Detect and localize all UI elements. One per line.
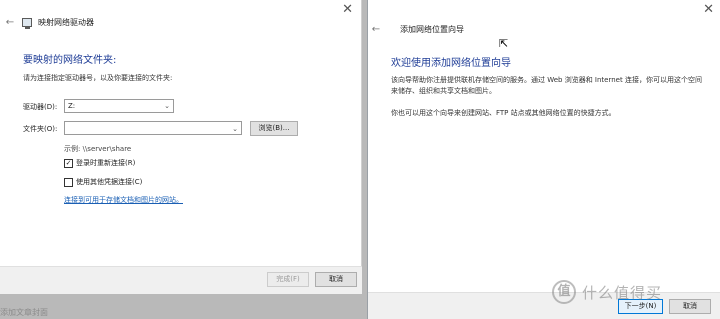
reconnect-label: 登录时重新连接(R) [76, 159, 136, 167]
drive-select-value: Z: [68, 102, 76, 110]
window-title: 添加网络位置向导 [400, 24, 464, 34]
mouse-cursor-icon: ⇱ [499, 37, 509, 50]
page-heading: 要映射的网络文件夹: [23, 55, 117, 66]
folder-input[interactable]: ⌄ [64, 121, 242, 135]
drive-label: 驱动器(D): [23, 103, 58, 111]
map-network-drive-window: ✕ ← 映射网络驱动器 要映射的网络文件夹: 请为连接指定驱动器号，以及你要连接… [0, 0, 362, 294]
watermark-logo-icon: 值 [552, 280, 576, 304]
dialog-footer [368, 292, 720, 319]
back-arrow-icon[interactable]: ← [368, 24, 384, 35]
chevron-down-icon: ⌄ [164, 102, 170, 110]
background-text: 添加文章封面 [0, 308, 48, 317]
title-bar [368, 0, 720, 7]
intro-paragraph: 该向导帮助你注册提供联机存储空间的服务。通过 Web 浏览器和 Internet… [391, 76, 702, 95]
example-text: 示例: \\server\share [64, 145, 132, 153]
chevron-down-icon[interactable]: ⌄ [232, 123, 238, 135]
storage-website-link[interactable]: 连接到可用于存储文档和图片的网站。 [64, 195, 183, 205]
close-icon[interactable]: ✕ [703, 2, 714, 17]
cancel-button[interactable]: 取消 [315, 272, 357, 287]
shortcut-paragraph: 你也可以用这个向导来创建网站、FTP 站点或其他网络位置的快捷方式。 [391, 109, 616, 117]
reconnect-option[interactable]: ✓ 登录时重新连接(R) [64, 158, 135, 168]
window-header: ← 添加网络位置向导 [368, 22, 464, 36]
watermark: 值 什么值得买 [552, 280, 662, 304]
network-drive-icon [22, 17, 32, 29]
finish-button[interactable]: 完成(F) [267, 272, 309, 287]
back-arrow-icon[interactable]: ← [0, 17, 20, 28]
browse-button[interactable]: 浏览(B)... [250, 121, 298, 136]
window-title: 映射网络驱动器 [38, 17, 94, 27]
add-network-location-window: ✕ ← 添加网络位置向导 ⇱ 欢迎使用添加网络位置向导 该向导帮助你注册提供联机… [367, 0, 720, 319]
watermark-text: 什么值得买 [582, 283, 663, 302]
other-credentials-option[interactable]: 使用其他凭据连接(C) [64, 177, 142, 187]
other-credentials-checkbox[interactable] [64, 177, 73, 187]
drive-select[interactable]: Z: ⌄ [64, 99, 174, 113]
folder-label: 文件夹(O): [23, 125, 58, 133]
close-icon[interactable]: ✕ [342, 2, 353, 17]
window-header: ← 映射网络驱动器 [0, 14, 94, 30]
other-credentials-label: 使用其他凭据连接(C) [76, 178, 143, 186]
reconnect-checkbox[interactable]: ✓ [64, 158, 73, 168]
cancel-button[interactable]: 取消 [669, 299, 711, 314]
page-heading: 欢迎使用添加网络位置向导 [391, 58, 511, 69]
page-subtitle: 请为连接指定驱动器号，以及你要连接的文件夹: [23, 74, 173, 82]
